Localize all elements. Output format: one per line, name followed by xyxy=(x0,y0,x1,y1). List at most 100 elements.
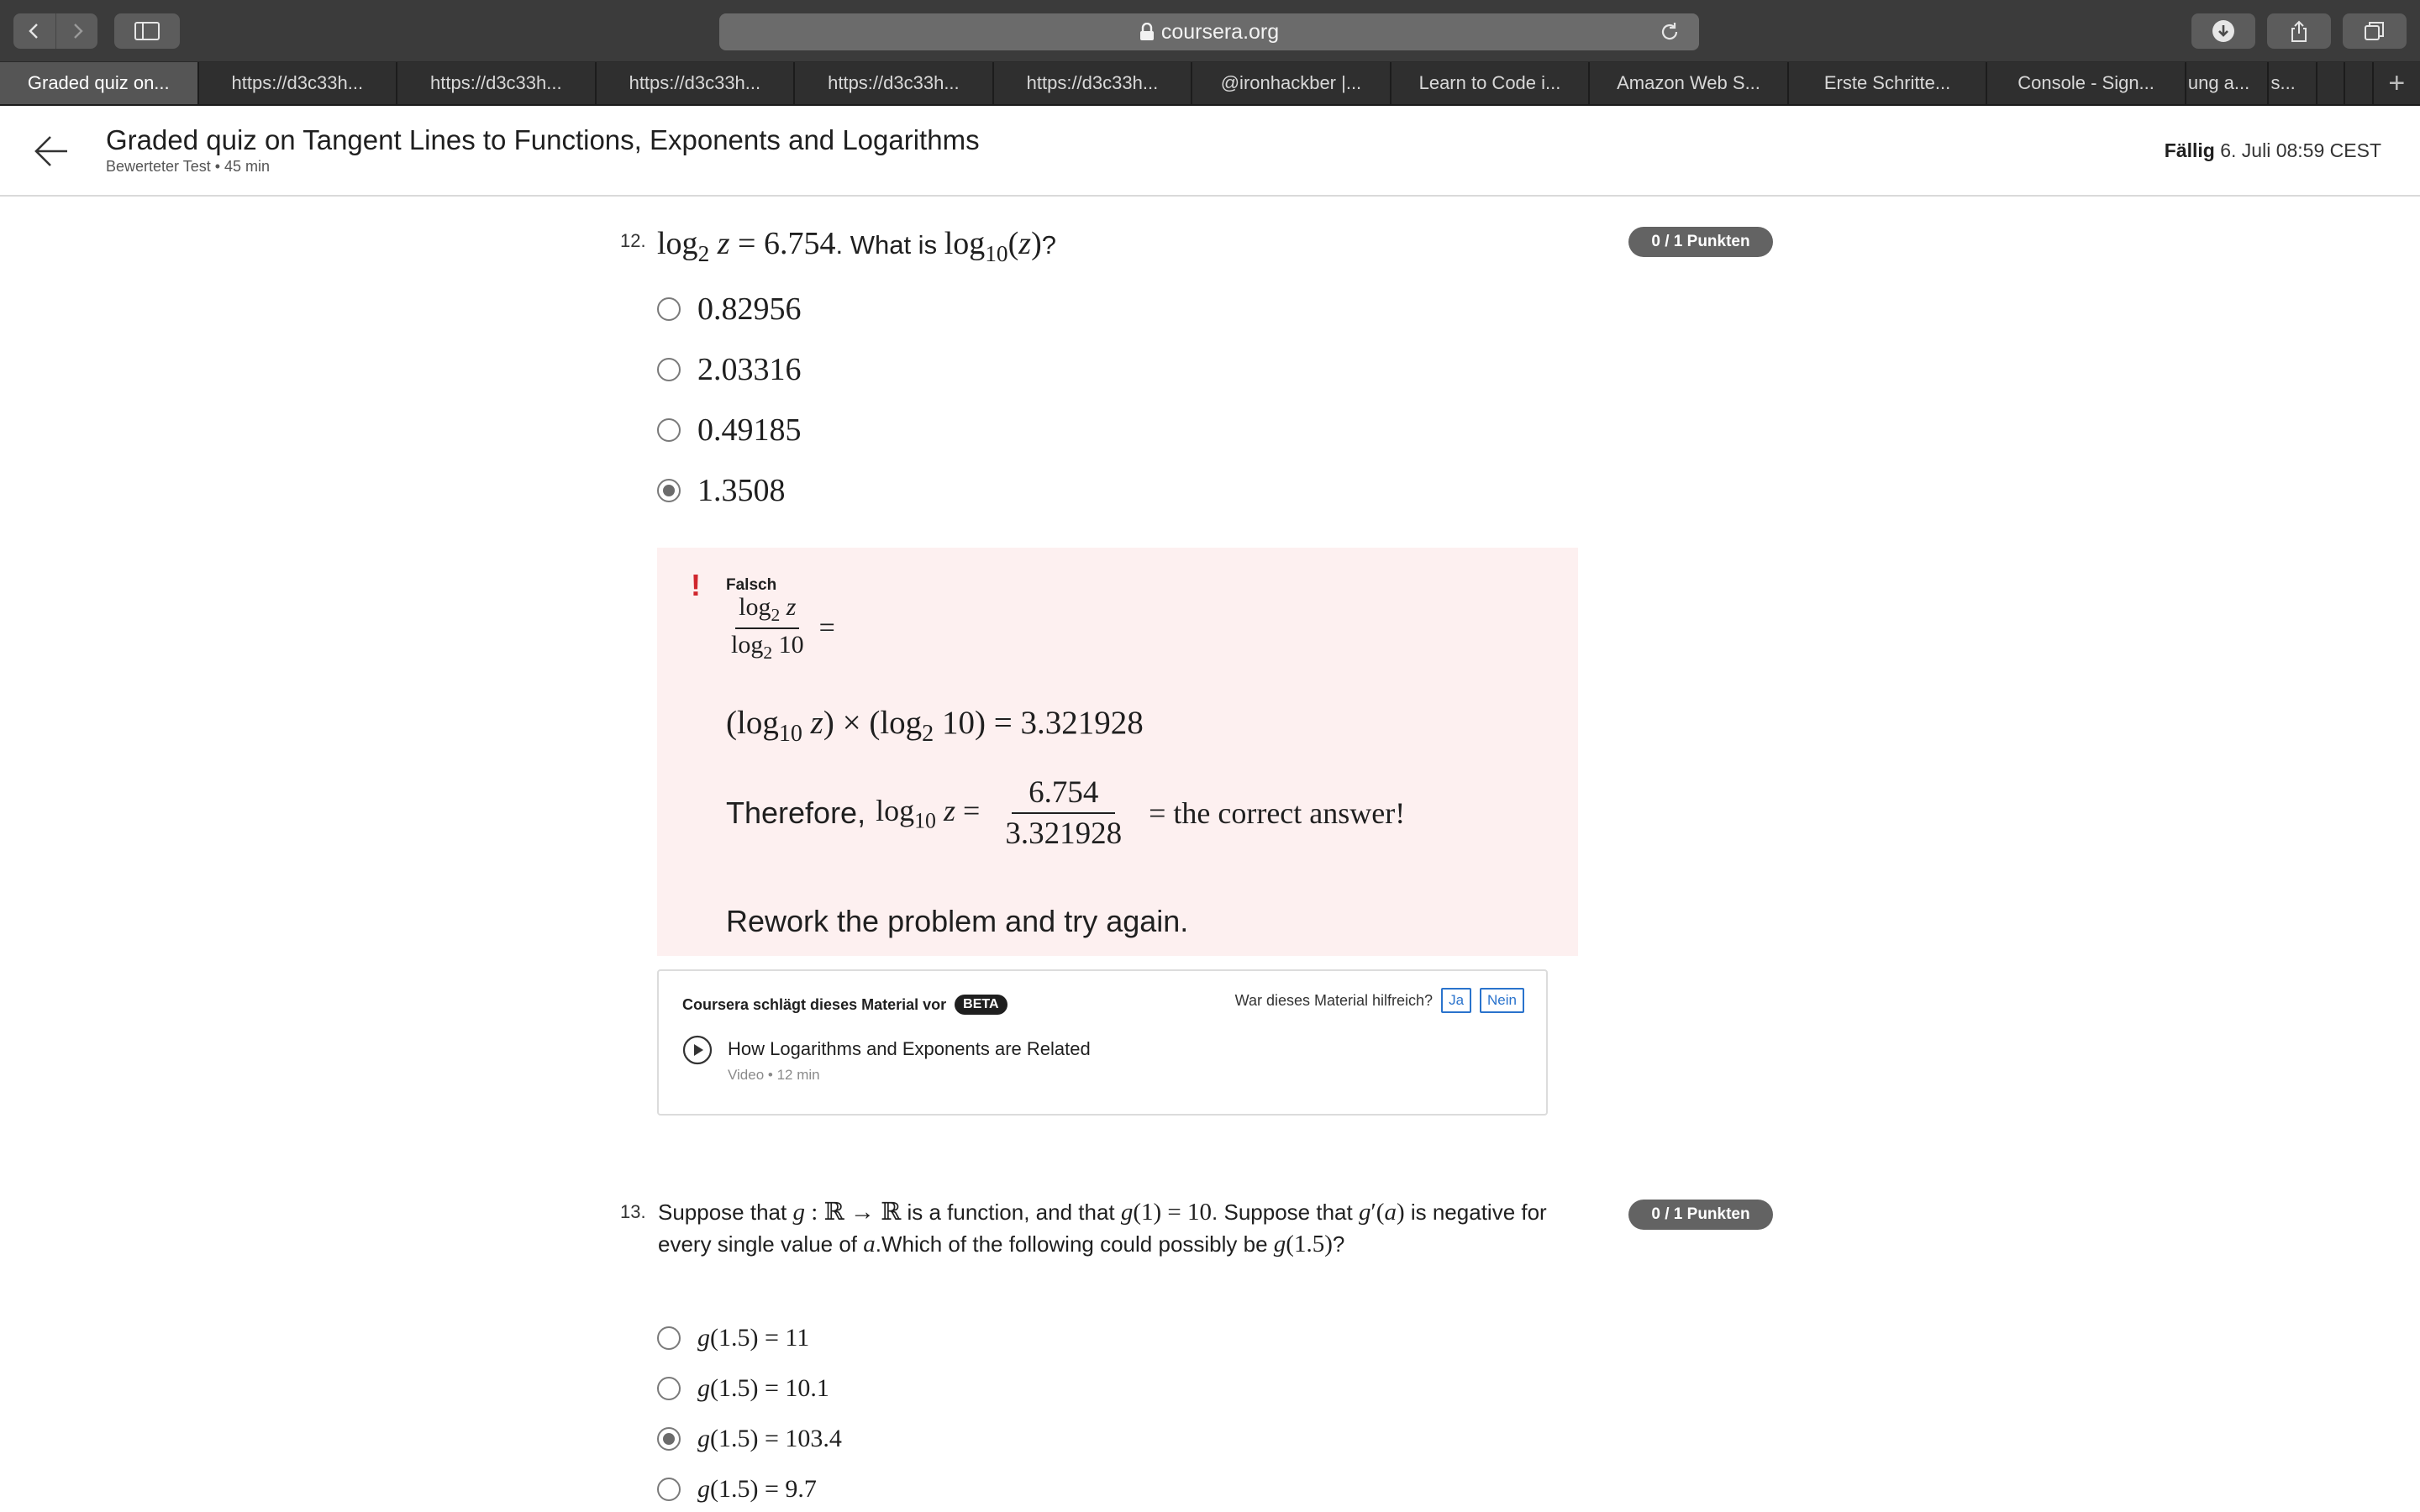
back-button[interactable] xyxy=(13,13,55,49)
downloads-button[interactable] xyxy=(2191,13,2255,49)
question-13-option[interactable]: g(1.5) = 10.1 xyxy=(657,1374,829,1403)
feedback-closing: Rework the problem and try again. xyxy=(726,904,1189,938)
question-12-points-badge: 0 / 1 Punkten xyxy=(1628,227,1773,257)
option-value: 103.4 xyxy=(785,1425,842,1452)
tab-learn-to-code[interactable]: Learn to Code i... xyxy=(1392,62,1591,104)
radio-button[interactable] xyxy=(657,1377,681,1400)
q13-text-part: is a function, and that xyxy=(901,1200,1121,1225)
fraction-numerator: 6.754 xyxy=(1012,774,1116,814)
therefore-text: Therefore, xyxy=(726,795,866,830)
q13-text-part: Suppose that xyxy=(658,1200,793,1225)
radio-button[interactable] xyxy=(657,1326,681,1350)
radio-button[interactable] xyxy=(657,358,681,381)
radio-button[interactable] xyxy=(657,297,681,321)
tab-d3c33h-4[interactable]: https://d3c33h... xyxy=(795,62,994,104)
question-13-points-badge: 0 / 1 Punkten xyxy=(1628,1200,1773,1230)
tab-blank-1[interactable] xyxy=(2317,62,2346,104)
q13-text-part: ? xyxy=(1332,1231,1345,1257)
tab-d3c33h-2[interactable]: https://d3c33h... xyxy=(397,62,597,104)
radio-button-selected[interactable] xyxy=(657,479,681,502)
reload-icon[interactable] xyxy=(1659,21,1681,43)
option-value: 1.3508 xyxy=(697,473,786,508)
due-label: Fällig xyxy=(2164,139,2215,161)
due-value: 6. Juli 08:59 CEST xyxy=(2220,139,2381,161)
recommendation-header: Coursera schlägt dieses Material vor BET… xyxy=(682,995,1007,1015)
question-13-option[interactable]: g(1.5) = 9.7 xyxy=(657,1475,817,1504)
chevron-right-icon xyxy=(73,24,83,39)
tab-bar: Graded quiz on... https://d3c33h... http… xyxy=(0,62,2420,106)
recommended-video-link[interactable]: How Logarithms and Exponents are Related xyxy=(728,1038,1091,1060)
feedback-line-2: (log10 z) × (log2 10) = 3.321928 xyxy=(726,705,1144,747)
share-button[interactable] xyxy=(2267,13,2331,49)
tab-ironhackber[interactable]: @ironhackber |... xyxy=(1192,62,1392,104)
tab-d3c33h-3[interactable]: https://d3c33h... xyxy=(597,62,796,104)
due-date: Fällig 6. Juli 08:59 CEST xyxy=(2165,139,2381,162)
tab-ung-a[interactable]: ung a... xyxy=(2186,62,2270,104)
tab-overview-button[interactable] xyxy=(2343,13,2407,49)
option-value: 9.7 xyxy=(785,1475,817,1503)
question-12-option[interactable]: 0.49185 xyxy=(657,412,802,449)
feedback-line-1: log2 z log2 10 = xyxy=(728,593,835,664)
arrow-left-icon[interactable] xyxy=(34,134,69,168)
history-nav xyxy=(13,13,97,49)
fraction: 6.754 3.321928 xyxy=(988,774,1139,852)
fraction: log2 z log2 10 xyxy=(731,593,804,663)
share-icon xyxy=(2291,20,2307,42)
question-12-number: 12. xyxy=(620,230,646,251)
question-12-text-end: ? xyxy=(1041,230,1056,260)
feedback-line-3: Therefore, log10 z = 6.754 3.321928 = th… xyxy=(726,774,1406,852)
question-13-option-selected[interactable]: g(1.5) = 103.4 xyxy=(657,1425,842,1453)
tab-graded-quiz[interactable]: Graded quiz on... xyxy=(0,62,199,104)
tab-d3c33h-1[interactable]: https://d3c33h... xyxy=(199,62,398,104)
feedback-incorrect: ! Falsch log2 z log2 10 = (log10 z) × (l… xyxy=(657,548,1578,956)
lock-icon xyxy=(1139,23,1154,40)
tab-d3c33h-5[interactable]: https://d3c33h... xyxy=(994,62,1193,104)
recommended-material-card: Coursera schlägt dieses Material vor BET… xyxy=(657,969,1548,1116)
q13-text-part: .Which of the following could possibly b… xyxy=(875,1231,1274,1257)
fraction-denominator: 3.321928 xyxy=(1005,816,1123,851)
recommended-video-meta: Video • 12 min xyxy=(728,1067,820,1083)
question-13-option[interactable]: g(1.5) = 11 xyxy=(657,1324,809,1352)
feedback-status: Falsch xyxy=(726,576,777,594)
helpful-question: War dieses Material hilfreich? xyxy=(1234,991,1434,1009)
question-13-text: Suppose that g : ℝ → ℝ is a function, an… xyxy=(658,1199,1547,1257)
question-12-text-mid: . What is xyxy=(835,230,944,260)
address-bar[interactable]: coursera.org xyxy=(719,13,1699,50)
exclamation-icon: ! xyxy=(691,568,701,602)
forward-button[interactable] xyxy=(55,13,97,49)
option-value: 0.49185 xyxy=(697,412,802,448)
quiz-header: Graded quiz on Tangent Lines to Function… xyxy=(0,106,2420,197)
tab-blank-2[interactable] xyxy=(2345,62,2374,104)
helpful-prompt: War dieses Material hilfreich? Ja Nein xyxy=(1235,988,1524,1013)
option-value: 0.82956 xyxy=(697,291,802,327)
option-value: 11 xyxy=(785,1324,810,1352)
tab-console-sign[interactable]: Console - Sign... xyxy=(1987,62,2186,104)
recommendation-title: Coursera schlägt dieses Material vor xyxy=(682,995,947,1013)
tabs-icon xyxy=(2365,22,2384,40)
question-12-option[interactable]: 0.82956 xyxy=(657,291,802,328)
tab-s[interactable]: s... xyxy=(2269,62,2317,104)
result-text: the correct answer! xyxy=(1173,796,1406,830)
url-text: coursera.org xyxy=(1160,19,1280,44)
page-title: Graded quiz on Tangent Lines to Function… xyxy=(106,124,980,155)
new-tab-button[interactable]: + xyxy=(2374,62,2420,104)
beta-badge: BETA xyxy=(955,995,1007,1015)
sidebar-toggle-button[interactable] xyxy=(114,13,180,49)
sidebar-icon xyxy=(134,22,160,40)
tab-erste-schritte[interactable]: Erste Schritte... xyxy=(1789,62,1988,104)
radio-button[interactable] xyxy=(657,1478,681,1501)
feedback-product-value: 3.321928 xyxy=(1020,705,1144,741)
browser-toolbar: coursera.org xyxy=(0,0,2420,62)
question-12-option-selected[interactable]: 1.3508 xyxy=(657,472,786,509)
no-button[interactable]: Nein xyxy=(1480,988,1524,1013)
question-13-number: 13. xyxy=(620,1201,646,1222)
option-value: 2.03316 xyxy=(697,352,802,387)
radio-button-selected[interactable] xyxy=(657,1427,681,1451)
chevron-left-icon xyxy=(29,24,38,39)
play-icon[interactable] xyxy=(682,1035,713,1065)
radio-button[interactable] xyxy=(657,418,681,442)
question-12-option[interactable]: 2.03316 xyxy=(657,351,802,388)
option-value: 10.1 xyxy=(785,1374,829,1402)
yes-button[interactable]: Ja xyxy=(1441,988,1472,1013)
tab-amazon-web-services[interactable]: Amazon Web S... xyxy=(1590,62,1789,104)
